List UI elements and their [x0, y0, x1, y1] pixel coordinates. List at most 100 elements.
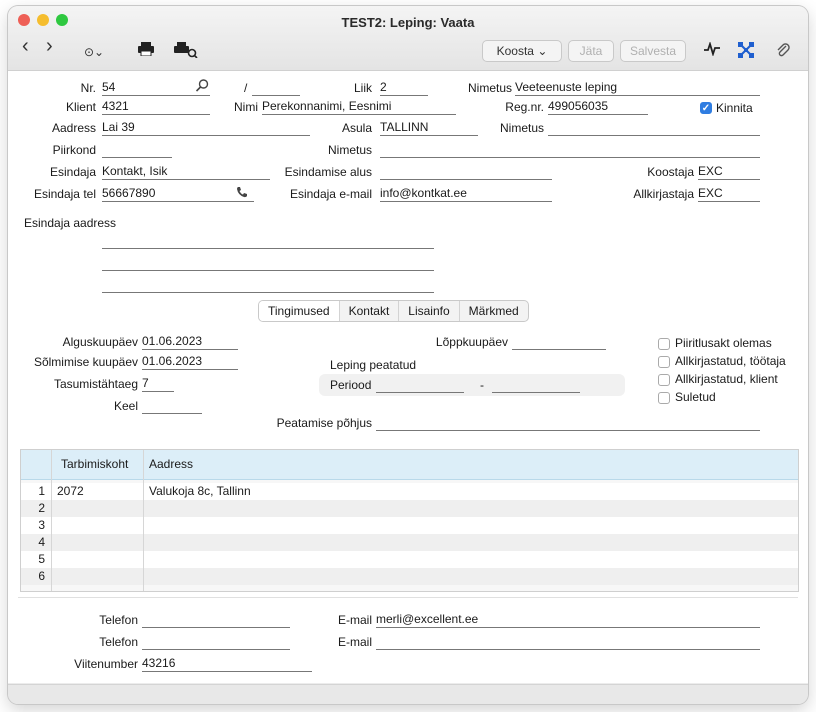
alguskuupaev-label: Alguskuupäev [62, 335, 138, 349]
tarbimiskoht-cell[interactable]: 2072 [57, 483, 84, 500]
loppkuupaev-field[interactable] [512, 334, 606, 350]
regnr-field[interactable]: 499056035 [548, 99, 648, 115]
tab-kontakt[interactable]: Kontakt [340, 301, 400, 321]
link-icon[interactable] [738, 42, 754, 62]
piiritlusakt-checkbox[interactable] [658, 338, 670, 350]
nimi-label: Nimi [234, 100, 258, 114]
periood-end-field[interactable] [492, 377, 580, 393]
solmimise-kuupaev-field[interactable]: 01.06.2023 [142, 354, 238, 370]
forward-icon[interactable]: › [46, 36, 53, 56]
create-dropdown-button[interactable]: Koosta ⌄ [482, 40, 562, 62]
esindaja-tel-label: Esindaja tel [33, 187, 96, 201]
phone-icon[interactable] [236, 186, 248, 201]
section-separator [18, 597, 798, 598]
tarbimiskoht-table: Tarbimiskoht Aadress 1 2072 Valukoja 8c,… [20, 449, 799, 592]
table-row[interactable]: 4 [21, 534, 798, 551]
suletud-checkbox[interactable] [658, 392, 670, 404]
print-preview-icon[interactable] [174, 42, 198, 62]
status-bar [8, 684, 808, 704]
kinnita-label: Kinnita [716, 101, 753, 115]
asula-field[interactable]: TALLINN [380, 120, 478, 136]
aadress-field[interactable]: Lai 39 [102, 120, 310, 136]
title-bar: TEST2: Leping: Vaata ‹ › ⊙⌄ Koosta ⌄ Jät… [8, 6, 808, 71]
kinnita-checkbox[interactable]: ✓ [700, 102, 712, 114]
esindaja-aadress-line-1[interactable] [102, 233, 434, 249]
more-options-icon[interactable]: ⊙⌄ [84, 44, 104, 60]
nimi-field[interactable]: Perekonnanimi, Eesnimi [262, 99, 456, 115]
tab-lisainfo[interactable]: Lisainfo [399, 301, 460, 321]
nimetus2-label: Nimetus [499, 121, 544, 135]
lookup-icon[interactable] [195, 79, 209, 95]
esindamise-alus-field[interactable] [380, 164, 552, 180]
nr2-field[interactable] [252, 80, 300, 96]
save-button[interactable]: Salvesta [620, 40, 686, 62]
tasumistahtaeg-field[interactable]: 7 [142, 376, 174, 392]
nr-field[interactable]: 54 [102, 80, 210, 96]
slash-label: / [244, 81, 248, 95]
table-row[interactable]: 3 [21, 517, 798, 534]
column-header-tarbimiskoht[interactable]: Tarbimiskoht [61, 457, 128, 471]
viitenumber-field[interactable]: 43216 [142, 656, 312, 672]
allkirjastatud-klient-checkbox[interactable] [658, 374, 670, 386]
esindaja-aadress-line-2[interactable] [102, 255, 434, 271]
table-row[interactable]: 5 [21, 551, 798, 568]
row-number: 1 [38, 484, 45, 498]
tab-bar: Tingimused Kontakt Lisainfo Märkmed [258, 300, 529, 322]
email2-field[interactable] [376, 634, 760, 650]
nr-label: Nr. [80, 81, 96, 95]
print-icon[interactable] [138, 42, 154, 60]
klient-field[interactable]: 4321 [102, 99, 210, 115]
telefon2-field[interactable] [142, 634, 290, 650]
cancel-button[interactable]: Jäta [568, 40, 614, 62]
asula-label: Asula [341, 121, 372, 135]
allkirjastaja-field[interactable]: EXC [698, 186, 760, 202]
esindaja-email-field[interactable]: info@kontkat.ee [380, 186, 552, 202]
nimetus2-field[interactable] [548, 120, 760, 136]
nimetus3-field[interactable] [380, 142, 760, 158]
liik-field[interactable]: 2 [380, 80, 428, 96]
periood-label: Periood [330, 378, 372, 392]
tab-tingimused[interactable]: Tingimused [259, 301, 340, 321]
koostaja-label: Koostaja [647, 165, 694, 179]
piirkond-field[interactable] [102, 142, 172, 158]
koostaja-field[interactable]: EXC [698, 164, 760, 180]
table-row[interactable]: 6 [21, 568, 798, 585]
keel-label: Keel [113, 399, 138, 413]
telefon1-field[interactable] [142, 612, 290, 628]
periood-start-field[interactable] [376, 377, 464, 393]
allkirjastaja-label: Allkirjastaja [633, 187, 694, 201]
leping-peatatud-label: Leping peatatud [330, 358, 417, 372]
telefon2-label: Telefon [99, 635, 138, 649]
activity-icon[interactable] [704, 41, 720, 60]
suletud-label: Suletud [675, 390, 716, 404]
column-divider [143, 450, 144, 591]
esindaja-email-label: Esindaja e-mail [289, 187, 372, 201]
row-number: 2 [38, 501, 45, 515]
email1-field[interactable]: merli@excellent.ee [376, 612, 760, 628]
esindaja-tel-field[interactable]: 56667890 [102, 186, 254, 202]
periood-dash: - [480, 378, 484, 392]
allkirjastatud-tootaja-checkbox[interactable] [658, 356, 670, 368]
esindaja-aadress-label: Esindaja aadress [24, 216, 117, 230]
esindaja-aadress-line-3[interactable] [102, 277, 434, 293]
alguskuupaev-field[interactable]: 01.06.2023 [142, 334, 238, 350]
peatamise-pohjus-field[interactable] [376, 415, 760, 431]
esindaja-field[interactable]: Kontakt, Isik [102, 164, 270, 180]
row-number: 6 [38, 569, 45, 583]
nimetus-field[interactable]: Veeteenuste leping [515, 80, 760, 96]
table-row[interactable]: 1 2072 Valukoja 8c, Tallinn [21, 483, 798, 500]
tasumistahtaeg-label: Tasumistähtaeg [53, 377, 138, 391]
form-content: Nr. 54 / Liik 2 Nimetus Veeteenuste lepi… [8, 71, 808, 683]
allkirjastatud-tootaja-label: Allkirjastatud, töötaja [675, 354, 786, 368]
aadress-cell[interactable]: Valukoja 8c, Tallinn [149, 483, 251, 500]
piirkond-label: Piirkond [52, 143, 96, 157]
table-row[interactable]: 2 [21, 500, 798, 517]
table-header: Tarbimiskoht Aadress [21, 450, 798, 480]
attachment-icon[interactable] [776, 42, 790, 62]
column-divider [51, 450, 52, 591]
column-header-aadress[interactable]: Aadress [149, 457, 193, 471]
tab-markmed[interactable]: Märkmed [460, 301, 528, 321]
liik-label: Liik [353, 81, 372, 95]
back-icon[interactable]: ‹ [22, 36, 29, 56]
keel-field[interactable] [142, 398, 202, 414]
